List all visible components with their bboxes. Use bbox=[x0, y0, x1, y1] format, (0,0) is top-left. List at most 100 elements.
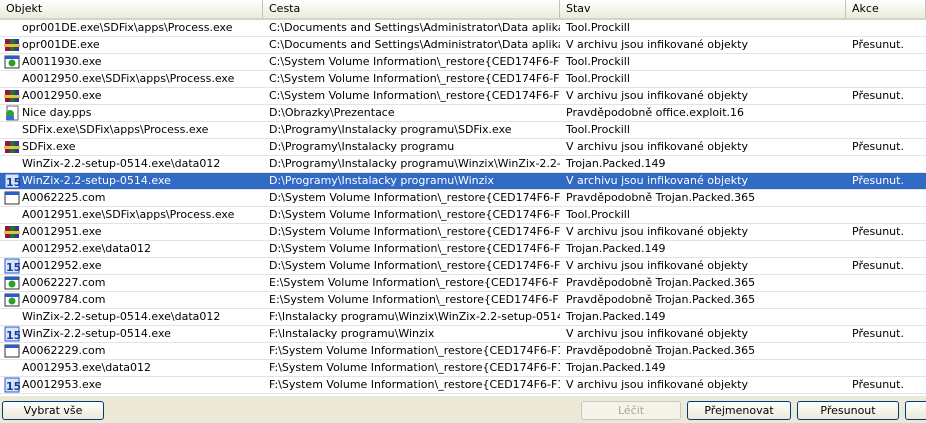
object-cell: A0012950.exe bbox=[0, 88, 263, 104]
object-name: A0062227.com bbox=[22, 276, 106, 289]
path-cell: C:\System Volume Information\_restore{CE… bbox=[269, 89, 560, 102]
object-cell: 15 WinZix-2.2-setup-0514.exe bbox=[0, 326, 263, 342]
table-row[interactable]: WinZix-2.2-setup-0514.exe\data012 D:\Pro… bbox=[0, 156, 926, 173]
status-cell: V archivu jsou infikované objekty bbox=[566, 259, 748, 272]
object-name: WinZix-2.2-setup-0514.exe\data012 bbox=[22, 310, 221, 323]
action-cell bbox=[846, 20, 926, 36]
path-cell: F:\Instalacky programu\Winzix\WinZix-2.2… bbox=[269, 310, 560, 323]
column-header-action[interactable]: Akce bbox=[846, 0, 926, 18]
table-row[interactable]: A0062227.com E:\System Volume Informatio… bbox=[0, 275, 926, 292]
object-cell: A0062227.com bbox=[0, 275, 263, 291]
object-cell: A0012951.exe\SDFix\apps\Process.exe bbox=[0, 207, 263, 223]
action-cell: Přesunut. bbox=[852, 174, 904, 187]
table-row[interactable]: 15 A0012952.exe D:\System Volume Informat… bbox=[0, 258, 926, 275]
object-cell: opr001DE.exe\SDFix\apps\Process.exe bbox=[0, 20, 263, 36]
installer-icon: 15 bbox=[4, 377, 21, 393]
object-name: A0012952.exe bbox=[22, 259, 102, 272]
rename-button[interactable]: Přejmenovat bbox=[687, 401, 791, 420]
path-cell: D:\Programy\Instalacky programu\SDFix.ex… bbox=[269, 123, 512, 136]
object-name: A0012950.exe bbox=[22, 89, 102, 102]
table-row[interactable]: SDFix.exe D:\Programy\Instalacky program… bbox=[0, 139, 926, 156]
object-cell: A0012952.exe\data012 bbox=[0, 241, 263, 257]
table-row[interactable]: A0012951.exe D:\System Volume Informatio… bbox=[0, 224, 926, 241]
path-cell: D:\System Volume Information\_restore{CE… bbox=[269, 208, 560, 221]
action-cell bbox=[846, 190, 926, 206]
object-name: WinZix-2.2-setup-0514.exe bbox=[22, 327, 171, 340]
status-cell: Pravděpodobně Trojan.Packed.365 bbox=[566, 293, 756, 306]
object-name: A0009784.com bbox=[22, 293, 106, 306]
column-header-path[interactable]: Cesta bbox=[263, 0, 560, 18]
table-row[interactable]: 15 WinZix-2.2-setup-0514.exe F:\Instalack… bbox=[0, 326, 926, 343]
table-row[interactable]: A0009784.com E:\System Volume Informatio… bbox=[0, 292, 926, 309]
table-row[interactable]: opr001DE.exe C:\Documents and Settings\A… bbox=[0, 37, 926, 54]
object-cell: 15 WinZix-2.2-setup-0514.exe bbox=[0, 173, 263, 189]
move-button[interactable]: Přesunout bbox=[797, 401, 899, 420]
installer-icon: 15 bbox=[4, 326, 21, 342]
status-cell: Trojan.Packed.149 bbox=[566, 242, 666, 255]
table-row[interactable]: WinZix-2.2-setup-0514.exe\data012 F:\Ins… bbox=[0, 309, 926, 326]
action-cell bbox=[846, 241, 926, 257]
table-row[interactable]: A0012950.exe\SDFix\apps\Process.exe C:\S… bbox=[0, 71, 926, 88]
select-all-button[interactable]: Vybrat vše bbox=[2, 401, 104, 420]
path-cell: D:\Programy\Instalacky programu\Winzix bbox=[269, 174, 494, 187]
object-cell: Nice day.pps bbox=[0, 105, 263, 121]
table-row[interactable]: SDFix.exe\SDFix\apps\Process.exe D:\Prog… bbox=[0, 122, 926, 139]
com-file-icon bbox=[4, 190, 20, 206]
installer-icon: 15 bbox=[4, 258, 21, 274]
action-cell: Přesunut. bbox=[852, 140, 904, 153]
object-name: A0012953.exe bbox=[22, 378, 102, 391]
table-row[interactable]: opr001DE.exe\SDFix\apps\Process.exe C:\D… bbox=[0, 20, 926, 37]
action-cell bbox=[846, 275, 926, 291]
action-cell bbox=[846, 105, 926, 121]
table-row[interactable]: A0062229.com F:\System Volume Informatio… bbox=[0, 343, 926, 360]
action-cell bbox=[846, 309, 926, 325]
status-cell: Pravděpodobně Trojan.Packed.365 bbox=[566, 191, 756, 204]
table-row[interactable]: Nice day.pps D:\Obrazky\Prezentace Pravd… bbox=[0, 105, 926, 122]
status-cell: Tool.Prockill bbox=[566, 55, 630, 68]
heal-button[interactable]: Léčit bbox=[581, 401, 681, 420]
object-name: A0062229.com bbox=[22, 344, 106, 357]
object-name: A0012951.exe bbox=[22, 225, 102, 238]
action-cell bbox=[846, 292, 926, 308]
object-name: A0012950.exe\SDFix\apps\Process.exe bbox=[22, 72, 235, 85]
results-list[interactable]: Objekt Cesta Stav Akce opr001DE.exe\SDFi… bbox=[0, 0, 926, 396]
executable-icon bbox=[4, 54, 20, 70]
action-cell: Přesunut. bbox=[852, 259, 904, 272]
table-row[interactable]: 15 WinZix-2.2-setup-0514.exe D:\Programy\… bbox=[0, 173, 926, 190]
path-cell: F:\Instalacky programu\Winzix bbox=[269, 327, 435, 340]
object-cell: opr001DE.exe bbox=[0, 37, 263, 53]
object-name: A0012951.exe\SDFix\apps\Process.exe bbox=[22, 208, 235, 221]
archive-icon bbox=[4, 88, 20, 104]
table-row[interactable]: A0062225.com D:\System Volume Informatio… bbox=[0, 190, 926, 207]
object-cell: A0011930.exe bbox=[0, 54, 263, 70]
table-row[interactable]: A0011930.exe C:\System Volume Informatio… bbox=[0, 54, 926, 71]
status-cell: Pravděpodobně Trojan.Packed.365 bbox=[566, 344, 756, 357]
action-cell bbox=[846, 54, 926, 70]
status-cell: Tool.Prockill bbox=[566, 208, 630, 221]
table-row[interactable]: A0012951.exe\SDFix\apps\Process.exe D:\S… bbox=[0, 207, 926, 224]
object-cell: A0012953.exe\data012 bbox=[0, 360, 263, 376]
table-row[interactable]: 15 A0012953.exe F:\System Volume Informat… bbox=[0, 377, 926, 394]
action-cell bbox=[846, 122, 926, 138]
status-cell: Tool.Prockill bbox=[566, 123, 630, 136]
table-row[interactable]: A0012952.exe\data012 D:\System Volume In… bbox=[0, 241, 926, 258]
table-row[interactable]: A0012950.exe C:\System Volume Informatio… bbox=[0, 88, 926, 105]
path-cell: E:\System Volume Information\_restore{CE… bbox=[269, 293, 560, 306]
status-cell: Tool.Prockill bbox=[566, 21, 630, 34]
table-row[interactable]: A0012953.exe\data012 F:\System Volume In… bbox=[0, 360, 926, 377]
object-cell: A0012951.exe bbox=[0, 224, 263, 240]
status-cell: V archivu jsou infikované objekty bbox=[566, 89, 748, 102]
path-cell: C:\System Volume Information\_restore{CE… bbox=[269, 72, 560, 85]
path-cell: D:\Programy\Instalacky programu bbox=[269, 140, 455, 153]
more-button[interactable] bbox=[905, 401, 926, 420]
object-cell: WinZix-2.2-setup-0514.exe\data012 bbox=[0, 309, 263, 325]
path-cell: D:\Obrazky\Prezentace bbox=[269, 106, 395, 119]
column-header-object[interactable]: Objekt bbox=[0, 0, 263, 18]
object-cell: A0062225.com bbox=[0, 190, 263, 206]
column-header-status[interactable]: Stav bbox=[560, 0, 846, 18]
object-cell: A0012950.exe\SDFix\apps\Process.exe bbox=[0, 71, 263, 87]
path-cell: D:\System Volume Information\_restore{CE… bbox=[269, 225, 560, 238]
path-cell: D:\System Volume Information\_restore{CE… bbox=[269, 259, 560, 272]
path-cell: D:\System Volume Information\_restore{CE… bbox=[269, 242, 560, 255]
object-name: opr001DE.exe\SDFix\apps\Process.exe bbox=[22, 21, 233, 34]
